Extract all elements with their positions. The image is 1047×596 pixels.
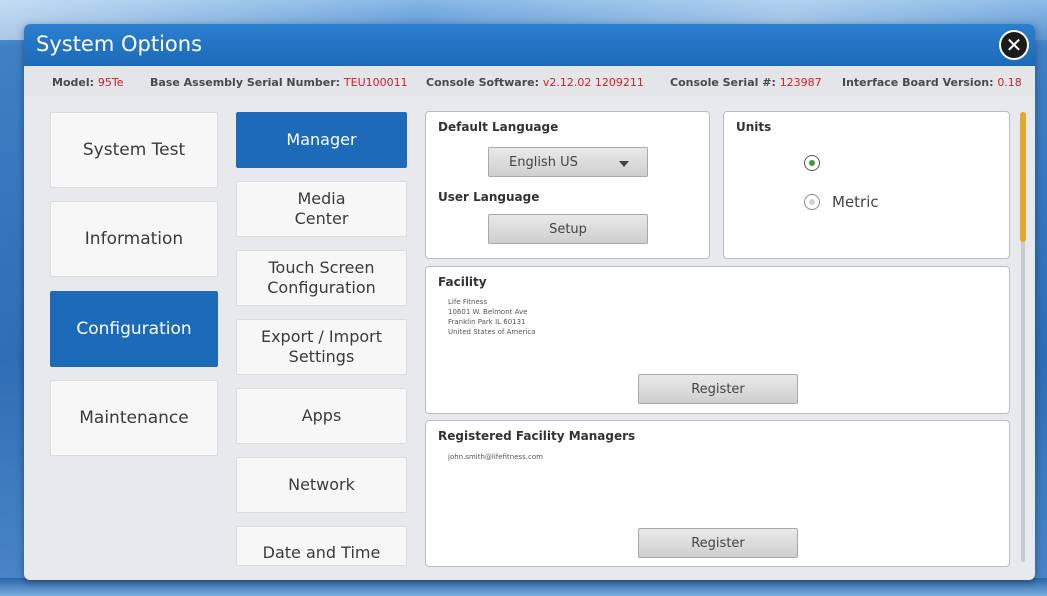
tab-network[interactable]: Network — [236, 457, 407, 513]
units-imperial-radio[interactable] — [804, 155, 820, 171]
units-metric-radio[interactable] — [804, 194, 820, 210]
interface-info: Interface Board Version: 0.18 — [842, 76, 1022, 89]
menu-maintenance[interactable]: Maintenance — [50, 380, 218, 456]
managers-title: Registered Facility Managers — [438, 429, 636, 443]
window-title: System Options — [36, 32, 203, 56]
software-info: Console Software: v2.12.02 1209211 — [426, 76, 644, 89]
titlebar: System Options ✕ — [24, 24, 1035, 66]
tab-apps[interactable]: Apps — [236, 388, 407, 444]
default-language-dropdown[interactable]: English US — [488, 147, 648, 177]
console-serial-label: Console Serial #: — [670, 76, 780, 89]
info-bar: Model: 95Te Base Assembly Serial Number:… — [24, 66, 1035, 96]
model-value: 95Te — [97, 76, 124, 89]
menu-configuration[interactable]: Configuration — [50, 291, 218, 367]
tab-date-and-time[interactable]: Date and Time — [236, 526, 407, 566]
console-serial-value: 123987 — [779, 76, 822, 89]
tab-export-import-settings[interactable]: Export / Import Settings — [236, 319, 407, 375]
model-info: Model: 95Te — [52, 76, 123, 89]
system-options-window: System Options ✕ Model: 95Te Base Assemb… — [24, 24, 1035, 580]
facility-panel: Facility Life Fitness 10601 W. Belmont A… — [425, 266, 1010, 414]
menu-information[interactable]: Information — [50, 201, 218, 277]
console-serial-info: Console Serial #: 123987 — [670, 76, 822, 89]
close-icon[interactable]: ✕ — [999, 30, 1029, 60]
managers-register-button[interactable]: Register — [638, 528, 798, 558]
tab-manager[interactable]: Manager — [236, 112, 407, 168]
managers-panel: Registered Facility Managers john.smith@… — [425, 420, 1010, 567]
default-language-title: Default Language — [438, 120, 559, 134]
serial-info: Base Assembly Serial Number: TEU100011 — [150, 76, 408, 89]
interface-value: 0.18 — [997, 76, 1022, 89]
menu-system-test[interactable]: System Test — [50, 112, 218, 188]
tab-touch-screen-configuration[interactable]: Touch Screen Configuration — [236, 250, 407, 306]
model-label: Model: — [52, 76, 98, 89]
facility-address: Life Fitness 10601 W. Belmont Ave Frankl… — [448, 298, 536, 336]
chevron-down-icon — [619, 161, 629, 167]
software-value: v2.12.02 1209211 — [542, 76, 644, 89]
units-panel: Units Metric — [723, 111, 1010, 259]
manager-email: john.smith@lifefitness.com — [448, 453, 543, 461]
user-language-title: User Language — [438, 190, 540, 204]
radio-unselected-dot — [809, 199, 815, 205]
tab-media-center[interactable]: Media Center — [236, 181, 407, 237]
radio-selected-dot — [809, 160, 815, 166]
scrollbar-thumb[interactable] — [1020, 112, 1026, 242]
metric-label: Metric — [832, 193, 879, 211]
units-title: Units — [736, 120, 772, 134]
background-bottom — [0, 578, 1047, 596]
serial-label: Base Assembly Serial Number: — [150, 76, 344, 89]
language-panel: Default Language English US User Languag… — [425, 111, 710, 259]
software-label: Console Software: — [426, 76, 543, 89]
interface-label: Interface Board Version: — [842, 76, 998, 89]
serial-value: TEU100011 — [343, 76, 408, 89]
default-language-value: English US — [509, 154, 578, 170]
facility-title: Facility — [438, 275, 487, 289]
facility-register-button[interactable]: Register — [638, 374, 798, 404]
setup-button[interactable]: Setup — [488, 214, 648, 244]
